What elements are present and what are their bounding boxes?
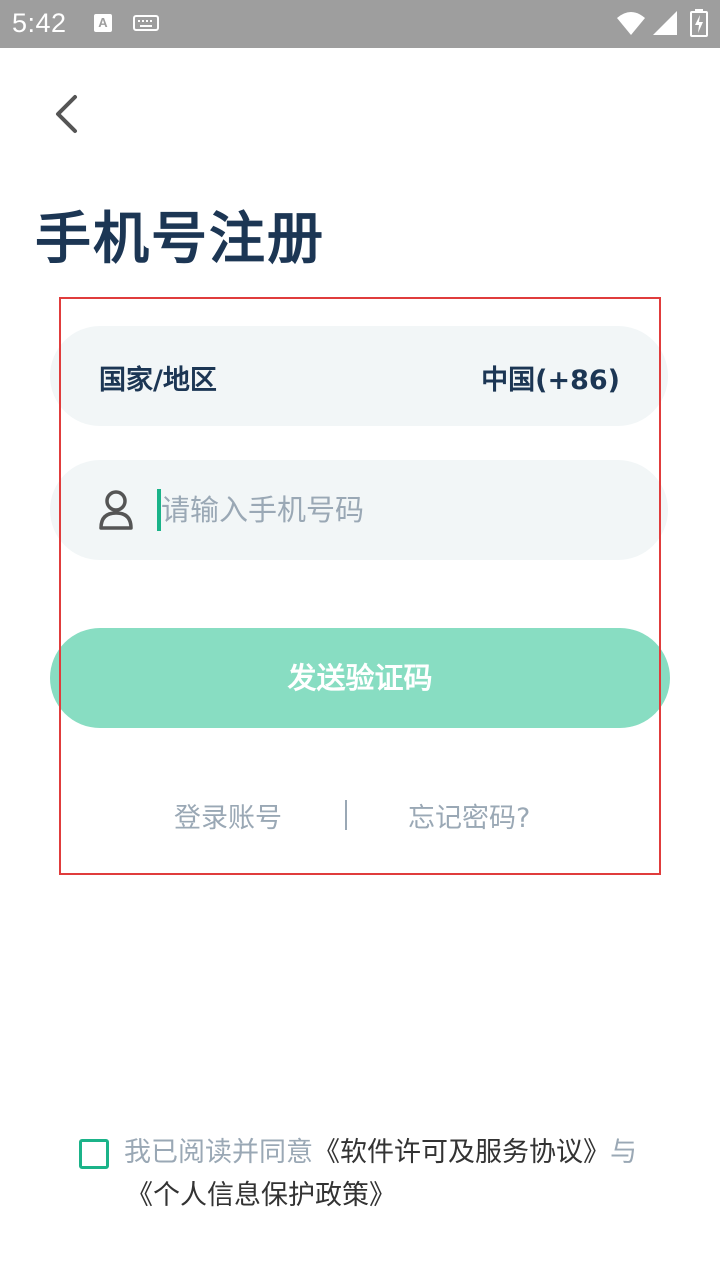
keyboard-icon bbox=[133, 15, 159, 31]
chevron-left-icon bbox=[56, 95, 77, 133]
agreement-connector: 与 bbox=[610, 1137, 637, 1168]
phone-input[interactable] bbox=[161, 482, 601, 538]
battery-icon bbox=[690, 9, 708, 37]
region-selector[interactable]: 国家/地区 中国(+86) bbox=[50, 326, 668, 426]
agreement-text: 我已阅读并同意《软件许可及服务协议》与 bbox=[124, 1132, 684, 1174]
page-title: 手机号注册 bbox=[35, 207, 325, 272]
region-label: 国家/地区 bbox=[99, 365, 217, 396]
forgot-password-link[interactable]: 忘记密码? bbox=[408, 796, 530, 835]
status-bar: 5:42 A bbox=[0, 0, 720, 48]
signal-icon bbox=[653, 11, 677, 35]
notification-a-icon: A bbox=[94, 14, 112, 32]
back-button[interactable] bbox=[42, 88, 90, 140]
agreement-prefix: 我已阅读并同意 bbox=[124, 1137, 313, 1168]
link-divider bbox=[345, 800, 347, 830]
agreement-checkbox[interactable] bbox=[79, 1139, 109, 1169]
region-value: 中国(+86) bbox=[481, 365, 620, 396]
user-icon bbox=[99, 490, 133, 530]
license-agreement-link[interactable]: 《软件许可及服务协议》 bbox=[313, 1137, 610, 1168]
wifi-icon bbox=[617, 12, 645, 35]
send-code-button[interactable]: 发送验证码 bbox=[50, 628, 670, 728]
login-account-link[interactable]: 登录账号 bbox=[174, 796, 282, 835]
phone-field bbox=[50, 460, 668, 560]
status-time: 5:42 bbox=[12, 8, 67, 38]
privacy-policy-link[interactable]: 《个人信息保护政策》 bbox=[126, 1173, 396, 1212]
